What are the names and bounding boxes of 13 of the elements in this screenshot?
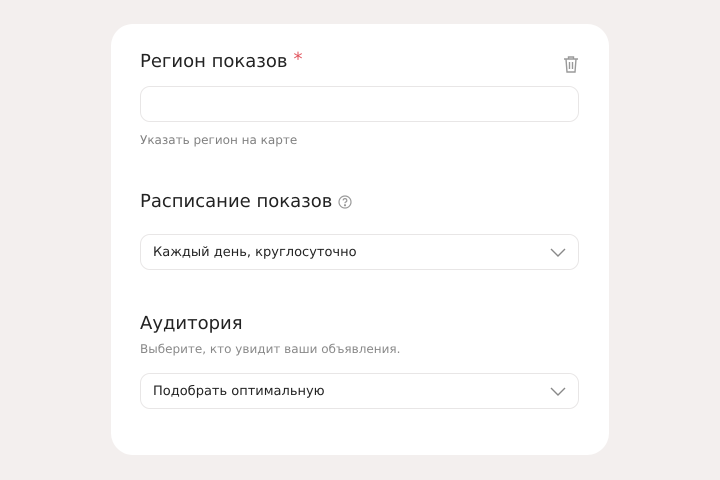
section-title: Аудитория xyxy=(140,312,243,336)
audience-select[interactable]: Подобрать оптимальную xyxy=(140,373,579,409)
section-description: Выберите, кто увидит ваши объявления. xyxy=(140,342,402,356)
trash-icon[interactable] xyxy=(563,55,579,73)
help-icon[interactable] xyxy=(338,195,352,209)
section-title: Расписание показов xyxy=(140,190,332,214)
required-mark: * xyxy=(293,50,302,70)
schedule-select[interactable]: Каждый день, круглосуточно xyxy=(140,234,579,270)
chevron-down-icon xyxy=(550,248,566,256)
section-title: Регион показов xyxy=(140,50,288,74)
chevron-down-icon xyxy=(550,386,566,396)
region-input-field[interactable] xyxy=(140,86,579,122)
map-region-link[interactable]: Указать регион на карте xyxy=(140,133,298,147)
